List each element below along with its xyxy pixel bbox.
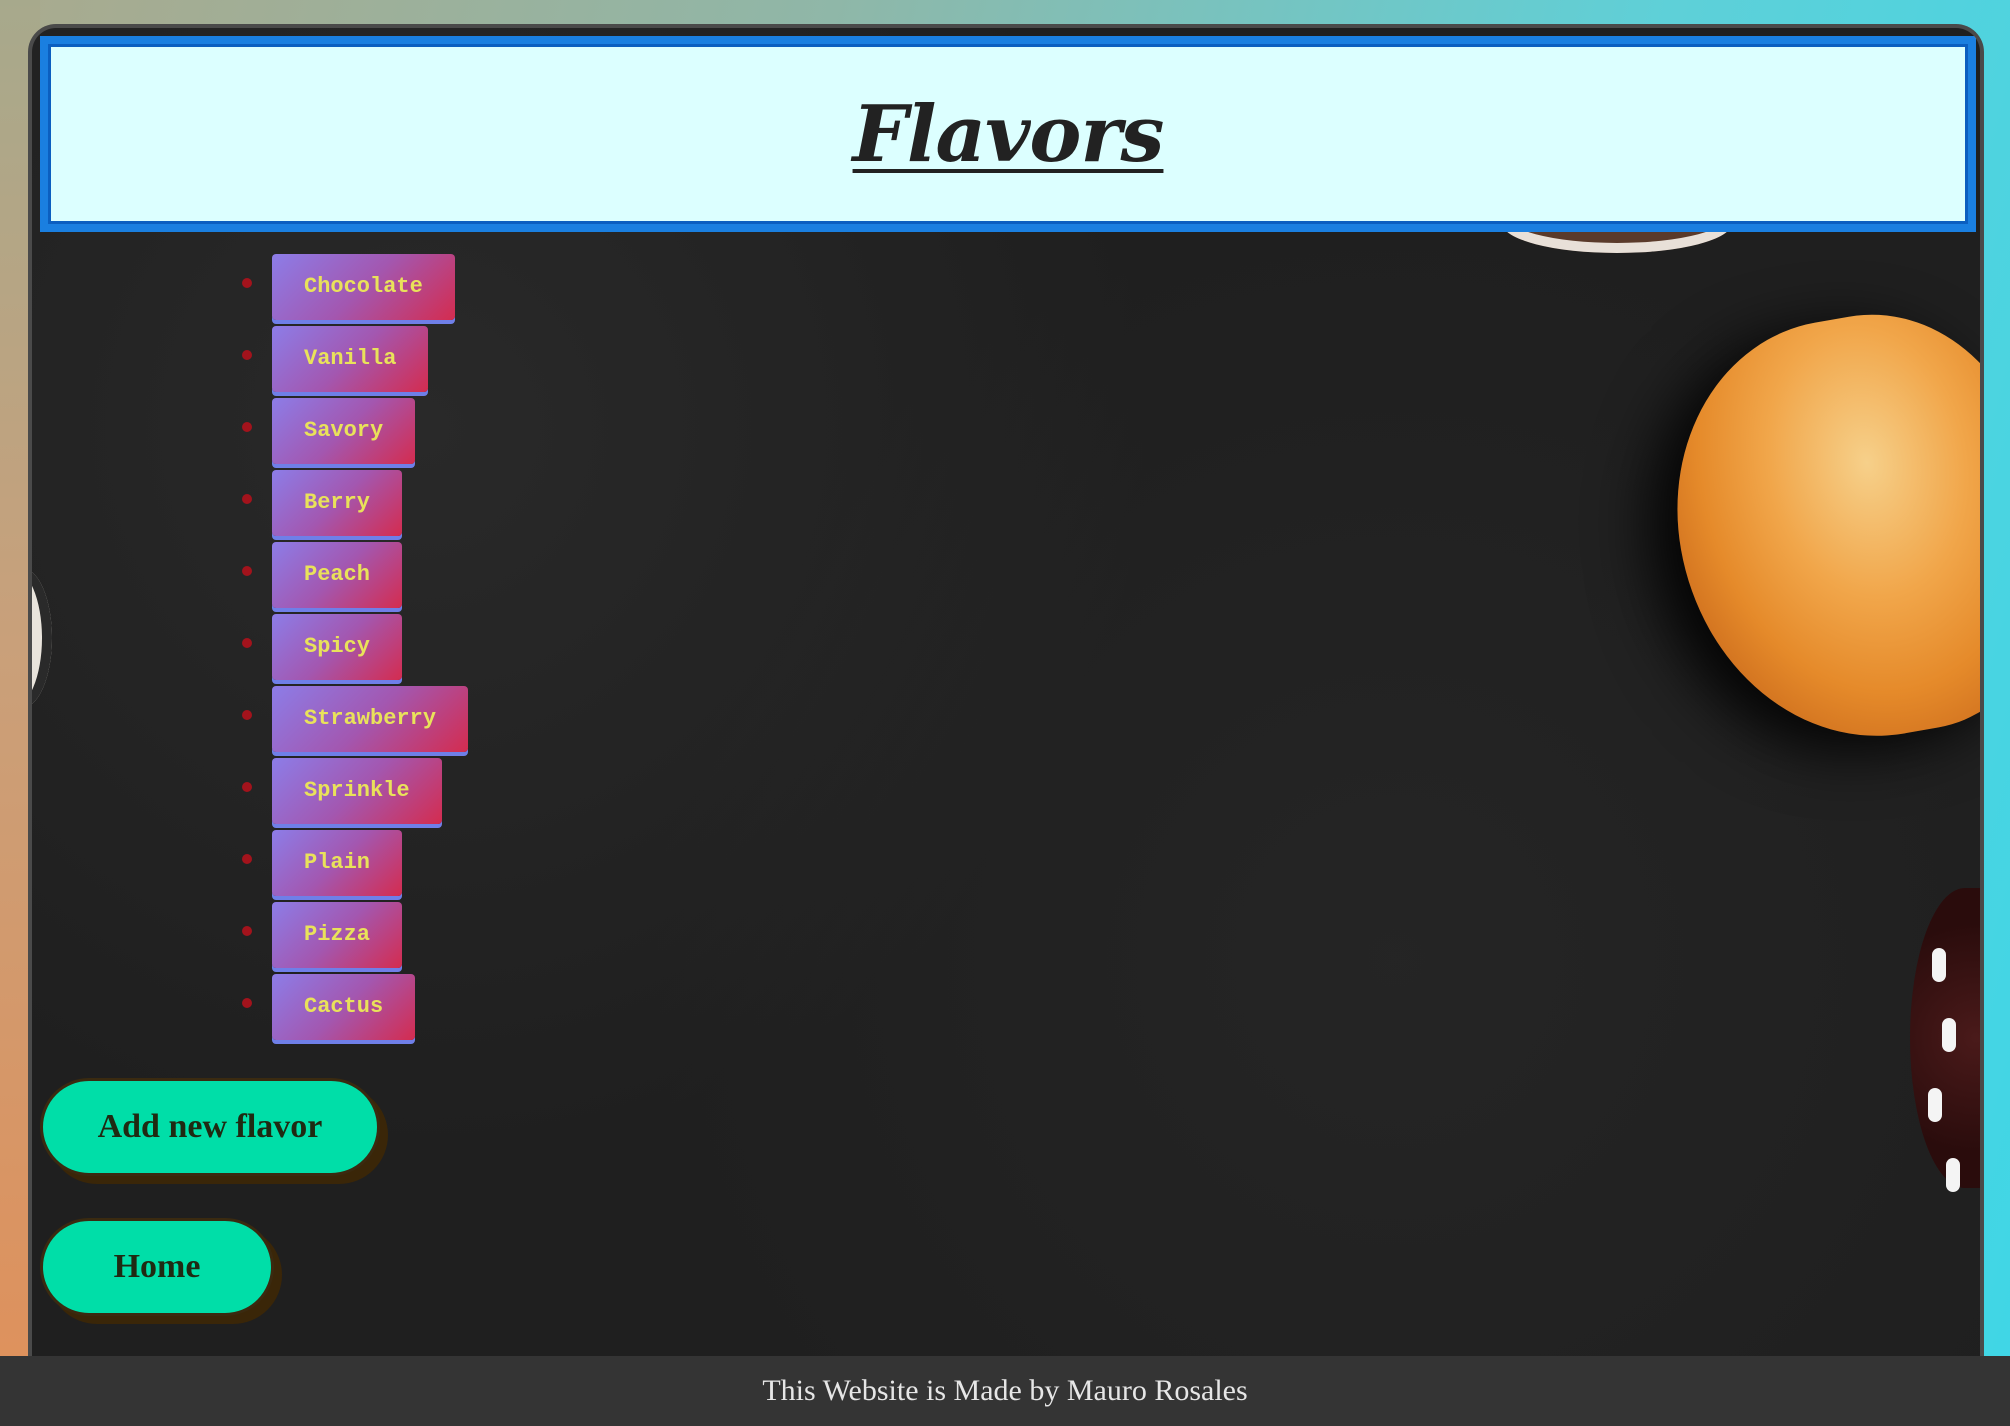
- bullet-icon: [242, 638, 252, 648]
- page-title: Flavors: [852, 88, 1165, 180]
- main-frame: Flavors Chocolate Vanilla Savory Berry P…: [28, 24, 1984, 1358]
- flavor-button-spicy[interactable]: Spicy: [272, 614, 403, 680]
- bullet-icon: [242, 782, 252, 792]
- list-item: Cactus: [242, 974, 468, 1046]
- flavor-button-berry[interactable]: Berry: [272, 470, 403, 536]
- list-item: Savory: [242, 398, 468, 470]
- chocolate-donut-decoration: [1910, 888, 1980, 1188]
- page-footer: This Website is Made by Mauro Rosales: [0, 1356, 2010, 1426]
- flavor-button-chocolate[interactable]: Chocolate: [272, 254, 455, 320]
- list-item: Peach: [242, 542, 468, 614]
- page-header: Flavors: [40, 36, 1976, 232]
- list-item: Plain: [242, 830, 468, 902]
- flavor-button-plain[interactable]: Plain: [272, 830, 403, 896]
- bullet-icon: [242, 710, 252, 720]
- add-flavor-button[interactable]: Add new flavor: [40, 1078, 380, 1176]
- flavor-button-vanilla[interactable]: Vanilla: [272, 326, 429, 392]
- bullet-icon: [242, 278, 252, 288]
- list-item: Sprinkle: [242, 758, 468, 830]
- list-item: Strawberry: [242, 686, 469, 758]
- flavor-button-pizza[interactable]: Pizza: [272, 902, 403, 968]
- list-item: Berry: [242, 470, 468, 542]
- flavor-button-cactus[interactable]: Cactus: [272, 974, 416, 1040]
- bullet-icon: [242, 926, 252, 936]
- left-donut-decoration: [32, 568, 52, 708]
- list-item: Chocolate: [242, 254, 468, 326]
- list-item: Pizza: [242, 902, 468, 974]
- flavor-list: Chocolate Vanilla Savory Berry Peach Spi…: [242, 254, 469, 1046]
- bullet-icon: [242, 494, 252, 504]
- flavor-button-strawberry[interactable]: Strawberry: [272, 686, 469, 752]
- bullet-icon: [242, 422, 252, 432]
- flavor-button-savory[interactable]: Savory: [272, 398, 416, 464]
- bullet-icon: [242, 566, 252, 576]
- list-item: Spicy: [242, 614, 468, 686]
- bullet-icon: [242, 350, 252, 360]
- bullet-icon: [242, 998, 252, 1008]
- list-item: Vanilla: [242, 326, 468, 398]
- flavor-button-sprinkle[interactable]: Sprinkle: [272, 758, 442, 824]
- home-button[interactable]: Home: [40, 1218, 274, 1316]
- flavor-button-peach[interactable]: Peach: [272, 542, 403, 608]
- bullet-icon: [242, 854, 252, 864]
- bread-decoration: [1646, 289, 1980, 767]
- footer-credit: This Website is Made by Mauro Rosales: [762, 1374, 1248, 1407]
